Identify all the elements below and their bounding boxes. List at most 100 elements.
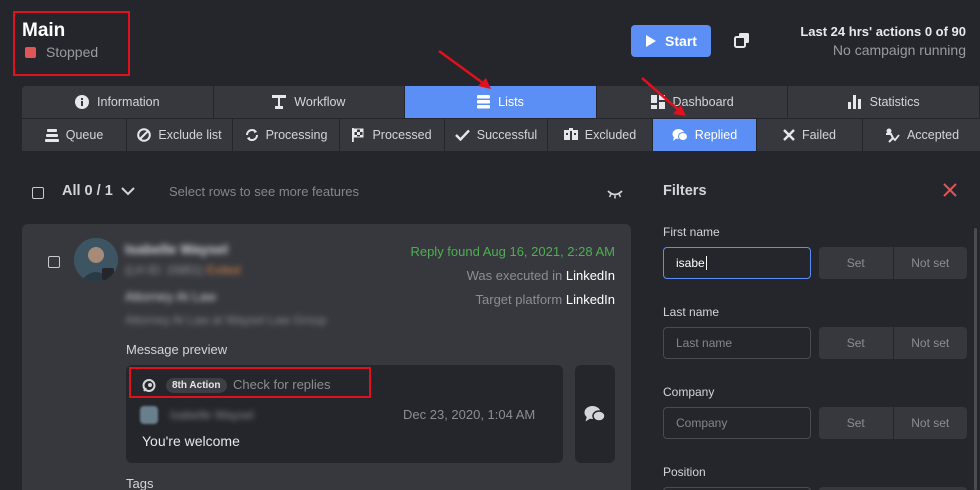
queue-icon bbox=[44, 128, 59, 142]
subtab-failed[interactable]: Failed bbox=[757, 119, 863, 151]
company-set-toggle: Set Not set bbox=[819, 407, 967, 439]
subtab-excluded[interactable]: Excluded bbox=[548, 119, 653, 151]
tab-workflow[interactable]: Workflow bbox=[213, 86, 406, 118]
annotation-arrow-replied bbox=[641, 77, 686, 116]
selection-hint: Select rows to see more features bbox=[169, 184, 360, 199]
filters-scrollbar[interactable] bbox=[974, 228, 977, 490]
lead-subheadline: Attorney At Law at Waysel Law Group bbox=[125, 313, 327, 327]
bar-chart-icon bbox=[847, 95, 861, 109]
subtab-queue[interactable]: Queue bbox=[22, 119, 127, 151]
tab-statistics[interactable]: Statistics bbox=[788, 86, 980, 118]
lead-headline: Attorney At Law bbox=[125, 289, 217, 304]
subtab-label: Accepted bbox=[906, 128, 960, 142]
executed-in: Was executed in LinkedIn bbox=[467, 268, 615, 283]
set-option[interactable]: Set bbox=[819, 247, 894, 279]
not-set-option[interactable]: Not set bbox=[894, 327, 968, 359]
actions-quota: Last 24 hrs' actions 0 of 90 bbox=[800, 24, 966, 39]
filters-title: Filters bbox=[663, 183, 707, 199]
subtab-label: Failed bbox=[801, 128, 837, 142]
last-name-input[interactable]: Last name bbox=[663, 327, 811, 359]
subtab-exclude-list[interactable]: Exclude list bbox=[127, 119, 233, 151]
tab-dashboard[interactable]: Dashboard bbox=[596, 86, 789, 118]
sync-icon bbox=[245, 129, 258, 141]
block-icon bbox=[137, 128, 152, 142]
open-chat-button[interactable] bbox=[575, 365, 615, 463]
all-count-label: All 0 / 1 bbox=[62, 183, 113, 199]
start-label: Start bbox=[665, 33, 697, 49]
tab-label: Lists bbox=[498, 95, 524, 109]
not-set-option[interactable]: Not set bbox=[894, 247, 968, 279]
list-icon bbox=[477, 95, 491, 109]
avatar[interactable] bbox=[74, 238, 118, 282]
annotation-box-action bbox=[129, 367, 371, 398]
sender-avatar bbox=[140, 406, 158, 424]
subtab-label: Replied bbox=[694, 128, 738, 142]
chat-icon bbox=[672, 129, 688, 141]
chevron-down-icon bbox=[121, 186, 135, 195]
text-caret bbox=[705, 256, 707, 270]
annotation-arrow-lists bbox=[438, 49, 491, 89]
flag-icon bbox=[352, 128, 364, 142]
row-checkbox[interactable] bbox=[48, 256, 60, 268]
lead-name[interactable]: Isabelle Waysel bbox=[125, 241, 228, 257]
target-platform-value: LinkedIn bbox=[565, 292, 615, 307]
subtab-label: Excluded bbox=[584, 128, 637, 142]
subtab-accepted[interactable]: Accepted bbox=[863, 119, 980, 151]
accepted-icon bbox=[885, 128, 900, 143]
hide-eye-icon[interactable] bbox=[607, 186, 623, 204]
target-prefix: Target platform bbox=[475, 292, 563, 307]
copy-icon[interactable] bbox=[734, 32, 750, 48]
tab-information[interactable]: Information bbox=[22, 86, 214, 118]
check-icon bbox=[454, 129, 470, 141]
subtab-label: Successful bbox=[476, 128, 538, 142]
subtab-label: Exclude list bbox=[158, 128, 222, 142]
message-date: Dec 23, 2020, 1:04 AM bbox=[403, 407, 536, 422]
message-preview-label: Message preview bbox=[126, 342, 228, 357]
chat-icon bbox=[584, 406, 606, 422]
target-platform: Target platform LinkedIn bbox=[476, 292, 615, 307]
subtab-processed[interactable]: Processed bbox=[340, 119, 445, 151]
tab-label: Workflow bbox=[294, 95, 346, 109]
filter-label-last-name: Last name bbox=[663, 305, 720, 319]
campaign-running-status: No campaign running bbox=[832, 42, 966, 58]
subtab-processing[interactable]: Processing bbox=[233, 119, 340, 151]
first-name-input[interactable]: isabe bbox=[663, 247, 811, 279]
lead-id-badge: Exited bbox=[207, 263, 241, 277]
first-name-set-toggle: Set Not set bbox=[819, 247, 967, 279]
annotation-box-title bbox=[13, 11, 130, 76]
not-set-option[interactable]: Not set bbox=[894, 407, 968, 439]
set-option[interactable]: Set bbox=[819, 407, 894, 439]
set-option[interactable]: Set bbox=[819, 327, 894, 359]
workflow-icon bbox=[272, 95, 287, 109]
subtab-label: Queue bbox=[65, 128, 104, 142]
main-tabs: Information Workflow Lists Dashboard Sta… bbox=[22, 86, 980, 118]
executed-platform: LinkedIn bbox=[565, 268, 615, 283]
company-input[interactable]: Company bbox=[663, 407, 811, 439]
subtab-replied[interactable]: Replied bbox=[653, 119, 757, 151]
tab-label: Information bbox=[97, 95, 160, 109]
filter-label-position: Position bbox=[663, 465, 706, 479]
filter-label-first-name: First name bbox=[663, 225, 720, 239]
filter-label-company: Company bbox=[663, 385, 715, 399]
info-icon bbox=[75, 95, 90, 109]
message-sender: Isabelle Waysel bbox=[170, 408, 254, 422]
last-name-set-toggle: Set Not set bbox=[819, 327, 967, 359]
message-text: You're welcome bbox=[142, 433, 240, 449]
subtab-successful[interactable]: Successful bbox=[445, 119, 548, 151]
reply-found-date: Reply found Aug 16, 2021, 2:28 AM bbox=[410, 244, 615, 259]
executed-prefix: Was executed in bbox=[466, 268, 563, 283]
excluded-icon bbox=[563, 128, 578, 140]
lead-id-text: (LH ID: 15851) bbox=[125, 263, 204, 277]
start-button[interactable]: Start bbox=[631, 25, 711, 57]
tags-label: Tags bbox=[126, 476, 154, 490]
tab-lists[interactable]: Lists bbox=[405, 86, 597, 118]
subtab-label: Processing bbox=[265, 128, 328, 142]
close-filters-icon[interactable] bbox=[943, 181, 957, 202]
select-all-checkbox[interactable] bbox=[32, 187, 44, 199]
tab-label: Statistics bbox=[869, 95, 920, 109]
select-all-dropdown[interactable]: All 0 / 1 bbox=[62, 183, 135, 199]
play-icon bbox=[646, 35, 657, 47]
lead-id: (LH ID: 15851) Exited bbox=[125, 263, 240, 277]
subtab-label: Processed bbox=[372, 128, 432, 142]
list-subtabs: Queue Exclude list Processing Processed … bbox=[22, 119, 980, 151]
